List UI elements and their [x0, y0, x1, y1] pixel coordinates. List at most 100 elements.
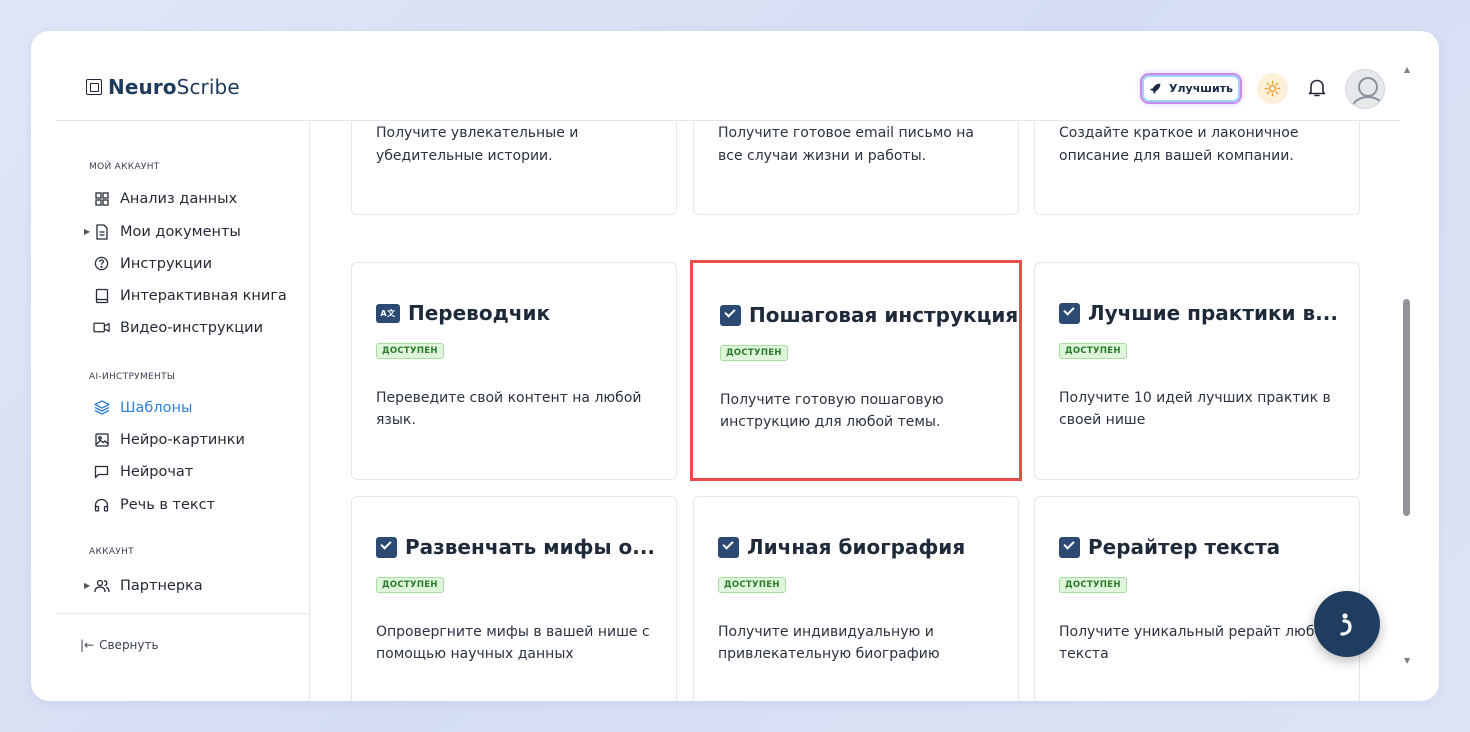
chat-icon [93, 463, 110, 480]
status-badge: доступен [720, 345, 788, 361]
caret-right-icon[interactable]: ▶ [84, 581, 90, 590]
notifications-button[interactable] [1306, 77, 1328, 99]
check-icon [1056, 302, 1080, 327]
upgrade-button[interactable]: Улучшить [1140, 73, 1242, 104]
collapse-sidebar-button[interactable]: |← Свернуть [80, 638, 159, 652]
sidebar-item-data-analysis[interactable]: Анализ данных [93, 190, 237, 207]
card-header: Развенчать мифы о... [373, 535, 656, 561]
grid-icon [93, 190, 110, 207]
card-description: Получите индивидуальную и привлекательну… [718, 624, 940, 662]
sidebar-item-neurochat[interactable]: Нейрочат [93, 463, 193, 480]
check-icon [717, 304, 741, 329]
sidebar-footer: |← Свернуть [56, 613, 310, 701]
template-card-translator[interactable]: A文 Переводчик доступен Переведите свой к… [351, 262, 677, 480]
status-badge: доступен [718, 577, 786, 593]
card-header: Пошаговая инструкция [717, 303, 1019, 329]
rocket-icon [1150, 83, 1161, 94]
sidebar-item-my-documents[interactable]: ▶ Мои документы [84, 223, 241, 240]
chat-widget-button[interactable] [1314, 591, 1380, 657]
card-title: Переводчик [408, 301, 551, 325]
translate-icon: A文 [376, 303, 400, 323]
user-avatar[interactable] [1345, 69, 1385, 109]
sidebar-item-label: Нейро-картинки [120, 431, 245, 448]
card-title: Пошаговая инструкция [749, 303, 1019, 327]
template-card[interactable]: Получите готовое email письмо на все слу… [693, 122, 1019, 215]
status-badge: доступен [376, 343, 444, 359]
sidebar-item-label: Шаблоны [120, 399, 193, 416]
upgrade-label: Улучшить [1169, 82, 1233, 95]
card-header: Рерайтер текста [1056, 535, 1281, 561]
sidebar-item-neuro-images[interactable]: Нейро-картинки [93, 431, 245, 448]
section-title-account: АККАУНТ [89, 547, 134, 557]
card-header: Личная биография [715, 535, 966, 561]
card-title: Лучшие практики в... [1088, 301, 1338, 325]
template-card[interactable]: Создайте краткое и лаконичное описание д… [1034, 122, 1360, 215]
sun-icon [1264, 80, 1281, 97]
card-title: Личная биография [747, 535, 966, 559]
logo-icon [86, 79, 102, 95]
sidebar: МОЙ АККАУНТ Анализ данных ▶ Мои документ… [56, 122, 310, 701]
sidebar-item-speech-to-text[interactable]: Речь в текст [93, 496, 215, 513]
chat-widget-icon [1340, 613, 1352, 636]
template-card[interactable]: Получите увлекательные и убедительные ис… [351, 122, 677, 215]
check-icon [373, 536, 397, 561]
layers-icon [93, 399, 110, 416]
sidebar-item-label: Анализ данных [120, 190, 238, 207]
sidebar-item-interactive-book[interactable]: Интерактивная книга [93, 287, 287, 304]
card-description: Опровергните мифы в вашей нише с помощью… [376, 624, 650, 662]
top-bar: NeuroScribe Улучшить [56, 31, 1400, 121]
help-circle-icon [93, 255, 110, 272]
sidebar-item-templates[interactable]: Шаблоны [93, 399, 192, 416]
sidebar-item-label: Нейрочат [120, 463, 194, 480]
section-title-ai-tools: AI-ИНСТРУМЕНТЫ [89, 372, 176, 382]
template-card-rewriter[interactable]: Рерайтер текста доступен Получите уникал… [1034, 496, 1360, 701]
card-description: Получите 10 идей лучших практик в своей … [1059, 390, 1331, 428]
sidebar-item-instructions[interactable]: Инструкции [93, 255, 212, 272]
collapse-arrow-icon: |← [80, 638, 95, 652]
sidebar-item-partners[interactable]: ▶ Партнерка [84, 577, 203, 594]
card-description: Переведите свой контент на любой язык. [376, 390, 642, 428]
sidebar-item-label: Партнерка [120, 577, 203, 594]
card-description: Создайте краткое и лаконичное описание д… [1059, 125, 1299, 164]
card-header: A文 Переводчик [376, 301, 550, 325]
templates-grid: Получите увлекательные и убедительные ис… [311, 122, 1399, 701]
status-badge: доступен [376, 577, 444, 593]
scrollbar[interactable]: ▲ ▼ [1399, 61, 1417, 701]
card-description: Получите увлекательные и убедительные ис… [376, 125, 579, 164]
card-description: Получите готовое email письмо на все слу… [718, 125, 975, 164]
card-description: Получите готовую пошаговую инструкцию дл… [720, 392, 944, 430]
scroll-down-arrow-icon[interactable]: ▼ [1404, 656, 1410, 665]
document-icon [93, 223, 110, 240]
image-icon [93, 431, 110, 448]
collapse-label: Свернуть [99, 638, 159, 652]
card-description: Получите уникальный рерайт любого текста [1059, 624, 1339, 662]
sidebar-item-label: Интерактивная книга [120, 287, 287, 304]
card-title: Рерайтер текста [1088, 535, 1281, 559]
scroll-up-arrow-icon[interactable]: ▲ [1404, 65, 1410, 74]
book-icon [93, 287, 110, 304]
sidebar-item-label: Видео-инструкции [120, 319, 264, 336]
sidebar-item-video-instructions[interactable]: Видео-инструкции [93, 319, 263, 336]
brand-logo[interactable]: NeuroScribe [86, 75, 240, 99]
status-badge: доступен [1059, 343, 1127, 359]
status-badge: доступен [1059, 577, 1127, 593]
section-title-my-account: МОЙ АККАУНТ [89, 162, 160, 172]
scrollbar-thumb[interactable] [1403, 299, 1410, 516]
template-card-biography[interactable]: Личная биография доступен Получите индив… [693, 496, 1019, 701]
users-icon [93, 577, 110, 594]
headphones-icon [93, 496, 110, 513]
sidebar-item-label: Инструкции [120, 255, 213, 272]
template-card-debunk-myths[interactable]: Развенчать мифы о... доступен Опровергни… [351, 496, 677, 701]
video-icon [93, 319, 110, 336]
template-card-best-practices[interactable]: Лучшие практики в... доступен Получите 1… [1034, 262, 1360, 480]
template-card-step-by-step[interactable]: Пошаговая инструкция доступен Получите г… [690, 260, 1022, 481]
check-icon [715, 536, 739, 561]
app-window: NeuroScribe Улучшить МОЙ АККАУНТ Анализ … [31, 31, 1439, 701]
card-title: Развенчать мифы о... [405, 535, 656, 559]
card-header: Лучшие практики в... [1056, 301, 1338, 327]
brand-name: NeuroScribe [108, 75, 240, 99]
caret-right-icon[interactable]: ▶ [84, 227, 90, 236]
theme-toggle-button[interactable] [1257, 73, 1288, 104]
sidebar-item-label: Речь в текст [120, 496, 216, 513]
bell-icon [1308, 79, 1326, 97]
